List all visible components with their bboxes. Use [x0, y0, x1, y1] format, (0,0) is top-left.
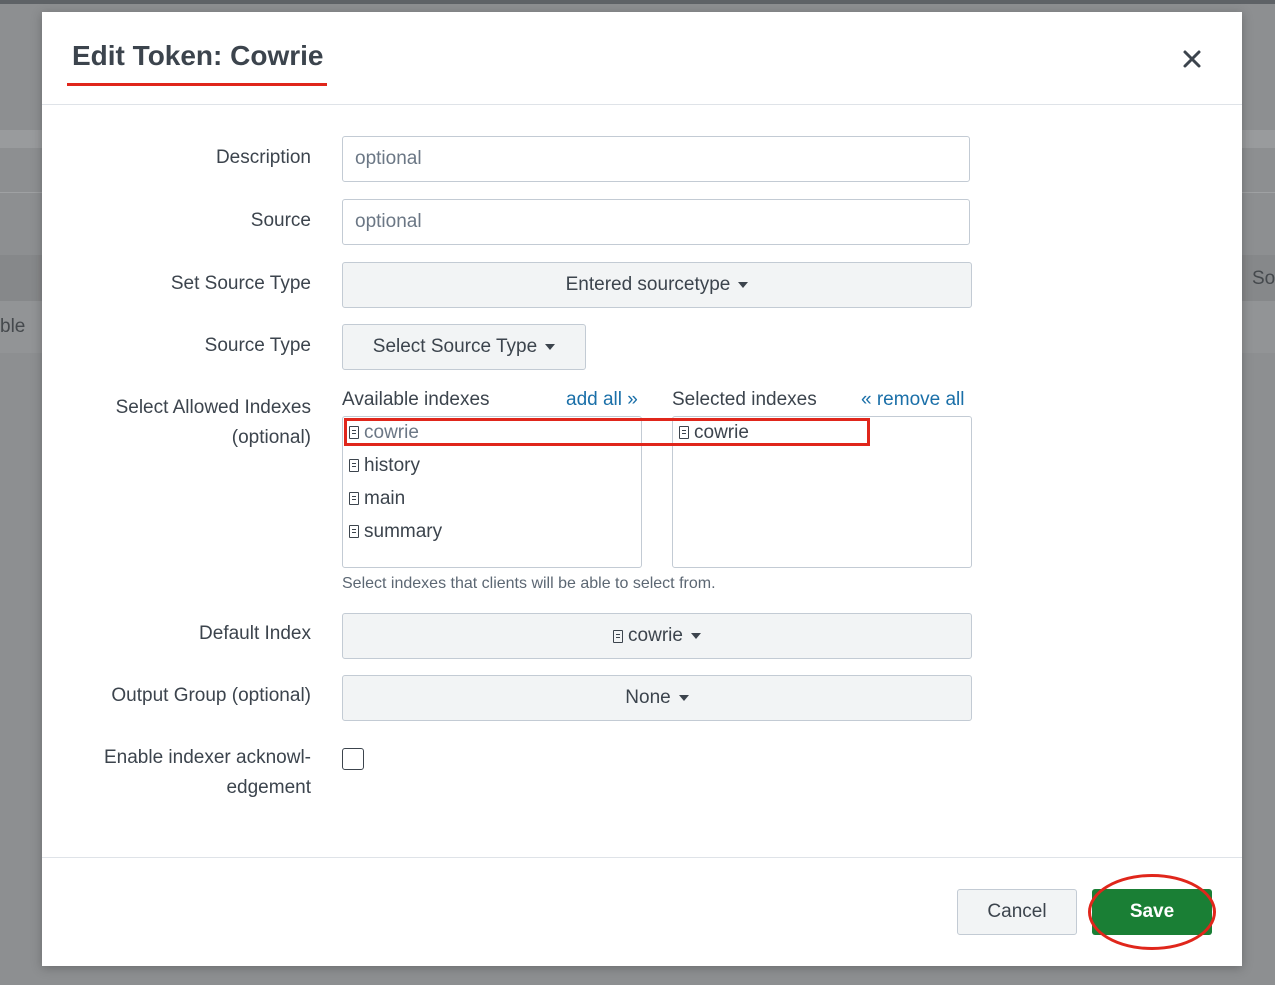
- available-index-main[interactable]: main: [349, 488, 405, 510]
- background-topbar: [0, 0, 1275, 4]
- index-icon: [349, 459, 359, 472]
- modal-header: Edit Token: Cowrie: [42, 12, 1242, 105]
- selected-indexes-header: Selected indexes: [672, 389, 817, 410]
- source-type-label: Source Type: [204, 335, 311, 356]
- source-type-value: Select Source Type: [372, 336, 538, 357]
- indexer-ack-checkbox[interactable]: [342, 748, 364, 770]
- close-icon: [1183, 50, 1201, 68]
- background-column-header: So: [1252, 268, 1275, 289]
- selected-index-cowrie[interactable]: cowrie: [679, 422, 749, 444]
- available-indexes-header: Available indexes: [342, 389, 490, 410]
- caret-down-icon: [738, 282, 749, 288]
- add-all-link[interactable]: add all »: [566, 389, 638, 411]
- title-annotation-underline: [67, 83, 327, 86]
- output-group-label: Output Group (optional): [111, 685, 311, 706]
- caret-down-icon: [690, 633, 701, 639]
- index-icon: [349, 426, 359, 439]
- output-group-value: None: [625, 687, 671, 708]
- caret-down-icon: [678, 695, 689, 701]
- description-input[interactable]: [342, 136, 970, 182]
- index-icon: [679, 426, 689, 439]
- default-index-value: cowrie: [628, 625, 683, 646]
- edit-token-modal: Edit Token: Cowrie Description Source Se…: [42, 12, 1242, 966]
- index-icon: [613, 629, 624, 643]
- available-index-summary[interactable]: summary: [349, 521, 442, 543]
- output-group-dropdown[interactable]: None: [342, 675, 972, 721]
- indexes-help-text: Select indexes that clients will be able…: [342, 575, 716, 592]
- index-icon: [349, 492, 359, 505]
- set-source-type-label: Set Source Type: [170, 273, 311, 294]
- allowed-indexes-label-optional: (optional): [231, 427, 311, 448]
- background-text: ble: [0, 316, 26, 337]
- default-index-label: Default Index: [199, 623, 311, 644]
- selected-indexes-list[interactable]: cowrie: [672, 416, 972, 568]
- modal-footer: Cancel Save: [42, 857, 1242, 967]
- allowed-indexes-label: Select Allowed Indexes: [115, 397, 311, 418]
- modal-title: Edit Token: Cowrie: [72, 40, 324, 71]
- default-index-dropdown[interactable]: cowrie: [342, 613, 972, 659]
- source-label: Source: [250, 210, 311, 231]
- indexer-ack-label-cont: edgement: [226, 777, 311, 798]
- set-source-type-dropdown[interactable]: Entered sourcetype: [342, 262, 972, 308]
- remove-all-link[interactable]: « remove all: [861, 389, 965, 411]
- available-index-history[interactable]: history: [349, 455, 420, 477]
- source-input[interactable]: [342, 199, 970, 245]
- close-button[interactable]: [1177, 44, 1207, 74]
- indexer-ack-label: Enable indexer acknowl-: [103, 747, 311, 768]
- caret-down-icon: [545, 344, 556, 350]
- description-label: Description: [215, 147, 311, 168]
- source-type-dropdown[interactable]: Select Source Type: [342, 324, 586, 370]
- available-index-cowrie[interactable]: cowrie: [349, 422, 419, 444]
- set-source-type-value: Entered sourcetype: [565, 274, 731, 295]
- save-button[interactable]: Save: [1092, 889, 1212, 935]
- index-icon: [349, 525, 359, 538]
- cancel-button[interactable]: Cancel: [957, 889, 1077, 935]
- available-indexes-list[interactable]: cowrie history main summary: [342, 416, 642, 568]
